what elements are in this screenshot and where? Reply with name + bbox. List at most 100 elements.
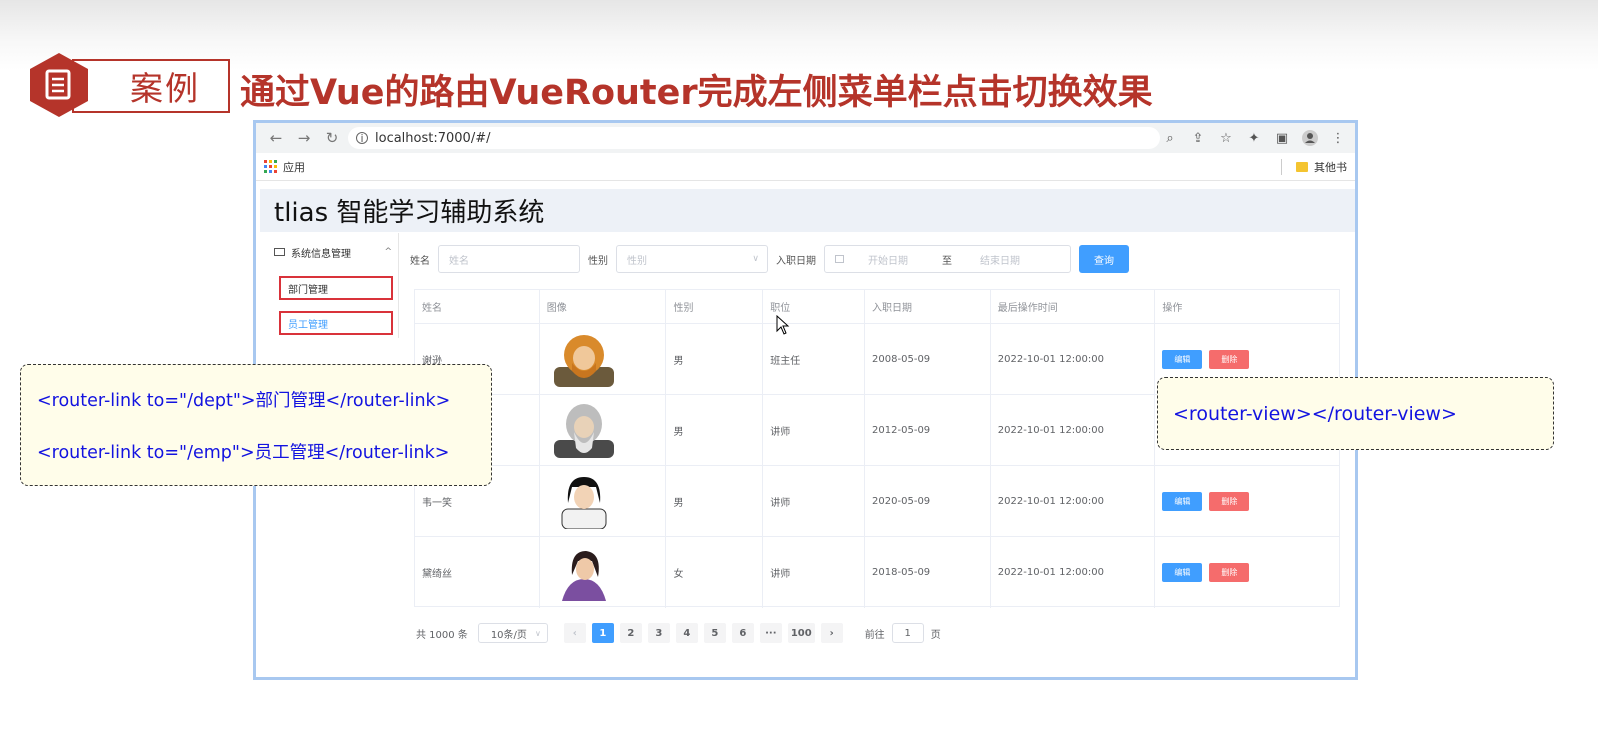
- delete-button[interactable]: 删除: [1209, 349, 1250, 369]
- name-placeholder: 姓名: [449, 255, 469, 267]
- extensions-icon[interactable]: ✦: [1245, 129, 1263, 147]
- slide-title: 通过Vue的路由VueRouter完成左侧菜单栏点击切换效果: [240, 73, 1153, 113]
- reload-icon[interactable]: ↻: [320, 126, 344, 150]
- case-tag-label: 案例: [72, 59, 230, 113]
- date-label: 入职日期: [776, 255, 816, 267]
- cell-job: 讲师: [763, 395, 866, 465]
- browser-toolbar: ← → ↻ i localhost:7000/#/ ⌕ ⇪ ☆ ✦ ▣ ⋮: [256, 123, 1355, 153]
- cell-name: 黛绮丝: [415, 537, 540, 608]
- page-button[interactable]: 3: [647, 623, 670, 643]
- info-icon[interactable]: i: [356, 132, 368, 145]
- gender-label: 性别: [588, 255, 608, 267]
- edit-button[interactable]: 编辑: [1162, 563, 1203, 582]
- date-range-picker[interactable]: 开始日期 至 结束日期: [824, 245, 1071, 273]
- app-header: tlias 智能学习辅助系统: [260, 189, 1355, 232]
- header-name: 姓名: [415, 290, 540, 323]
- sidebar-item-emp[interactable]: 员工管理: [279, 311, 393, 335]
- edit-button[interactable]: 编辑: [1162, 491, 1203, 511]
- employee-avatar: [561, 477, 607, 529]
- pagination-total: 共 1000 条: [416, 629, 468, 641]
- menu-group-label: 系统信息管理: [291, 248, 351, 260]
- sidebar-item-dept[interactable]: 部门管理: [279, 276, 393, 300]
- menu-icon[interactable]: ⋮: [1329, 129, 1347, 147]
- sidepanel-icon[interactable]: ▣: [1273, 129, 1291, 147]
- edit-button[interactable]: 编辑: [1162, 349, 1203, 369]
- page-size-value: 10条/页: [490, 629, 527, 641]
- start-date-placeholder: 开始日期: [868, 255, 908, 267]
- cell-gender: 男: [666, 324, 764, 394]
- folder-icon: [1296, 161, 1308, 172]
- chevron-up-icon: ^: [384, 247, 392, 257]
- header-gender: 性别: [666, 290, 764, 323]
- search-form: 姓名 姓名 性别 性别 ∨ 入职日期 开始日期 至 结束日期 查询: [410, 245, 1129, 273]
- end-date-placeholder: 结束日期: [980, 255, 1020, 267]
- app-title: tlias 智能学习辅助系统: [274, 198, 545, 228]
- cell-update-time: 2022-10-01 12:00:00: [991, 324, 1156, 394]
- document-icon: [30, 53, 88, 117]
- goto-label: 前往: [864, 629, 885, 641]
- table-header: 姓名 图像 性别 职位 入职日期 最后操作时间 操作: [415, 290, 1339, 324]
- delete-button[interactable]: 删除: [1209, 563, 1250, 582]
- page-button[interactable]: 2: [619, 623, 642, 643]
- mouse-cursor-icon: [776, 315, 790, 335]
- router-link-emp-code: <router-link to="/emp">员工管理</router-link…: [37, 443, 450, 463]
- star-icon[interactable]: ☆: [1217, 129, 1235, 147]
- pagination: 共 1000 条 10条/页 ∨ ‹ 1 2 3 4 5 6 ··· 100 ›…: [416, 623, 941, 643]
- apps-label[interactable]: 应用: [283, 159, 305, 175]
- page-jumper: 前往 1 页: [865, 623, 941, 643]
- page-button[interactable]: 100: [787, 623, 815, 643]
- router-view-code: <router-view></router-view>: [1173, 402, 1457, 425]
- prev-page-icon[interactable]: ‹: [563, 623, 586, 643]
- cell-actions: 编辑 删除: [1155, 537, 1339, 608]
- other-bookmarks[interactable]: 其他书: [1314, 159, 1347, 175]
- table-row: 韦一笑 男 讲师 2020-05-09 2022-10-01 12:00:00 …: [415, 466, 1339, 537]
- table-row: 黛绮丝 女 讲师 2018-05-09 2022-10-01 12:00:00 …: [415, 537, 1339, 608]
- calendar-icon: [835, 255, 844, 263]
- page-suffix: 页: [930, 629, 941, 641]
- employee-avatar: [553, 335, 614, 387]
- employee-avatar: [553, 404, 614, 458]
- cell-job: 讲师: [763, 466, 866, 536]
- cell-gender: 男: [666, 395, 764, 465]
- forward-icon[interactable]: →: [292, 126, 316, 150]
- cell-update-time: 2022-10-01 12:00:00: [991, 395, 1156, 465]
- sidebar-divider: [398, 233, 399, 338]
- router-link-callout: <router-link to="/dept">部门管理</router-lin…: [20, 364, 492, 486]
- url-text: localhost:7000/#/: [375, 130, 491, 146]
- name-label: 姓名: [410, 255, 430, 267]
- cell-job: 讲师: [763, 537, 866, 608]
- chevron-down-icon: ∨: [534, 628, 541, 638]
- cell-entry-date: 2012-05-09: [865, 395, 991, 465]
- query-button[interactable]: 查询: [1079, 245, 1129, 273]
- cell-update-time: 2022-10-01 12:00:00: [991, 537, 1156, 608]
- page-button[interactable]: 6: [731, 623, 754, 643]
- next-page-icon[interactable]: ›: [820, 623, 843, 643]
- cell-gender: 男: [666, 466, 764, 536]
- gender-placeholder: 性别: [627, 255, 647, 267]
- range-separator: 至: [942, 255, 952, 267]
- name-input[interactable]: 姓名: [438, 245, 580, 273]
- page-size-select[interactable]: 10条/页 ∨: [477, 623, 548, 643]
- zoom-icon[interactable]: ⌕: [1161, 129, 1179, 147]
- cell-entry-date: 2020-05-09: [865, 466, 991, 536]
- page-ellipsis[interactable]: ···: [759, 623, 782, 643]
- menu-group-system[interactable]: 系统信息管理 ^: [274, 243, 392, 261]
- header-update-time: 最后操作时间: [991, 290, 1156, 323]
- apps-icon[interactable]: [264, 160, 277, 173]
- router-link-dept-code: <router-link to="/dept">部门管理</router-lin…: [37, 391, 451, 411]
- chevron-down-icon: ∨: [752, 254, 759, 264]
- case-tag: 案例: [30, 53, 230, 117]
- delete-button[interactable]: 删除: [1209, 491, 1250, 511]
- profile-icon[interactable]: [1301, 129, 1319, 147]
- back-icon[interactable]: ←: [264, 126, 288, 150]
- bookmarks-bar: 应用 其他书: [256, 153, 1355, 181]
- page-button[interactable]: 4: [675, 623, 698, 643]
- page-button[interactable]: 1: [591, 623, 614, 643]
- address-bar[interactable]: i localhost:7000/#/: [348, 127, 1160, 149]
- goto-input[interactable]: 1: [891, 623, 924, 643]
- gender-select[interactable]: 性别 ∨: [616, 245, 768, 273]
- mail-icon: [274, 248, 285, 256]
- header-image: 图像: [540, 290, 667, 323]
- page-button[interactable]: 5: [703, 623, 726, 643]
- share-icon[interactable]: ⇪: [1189, 129, 1207, 147]
